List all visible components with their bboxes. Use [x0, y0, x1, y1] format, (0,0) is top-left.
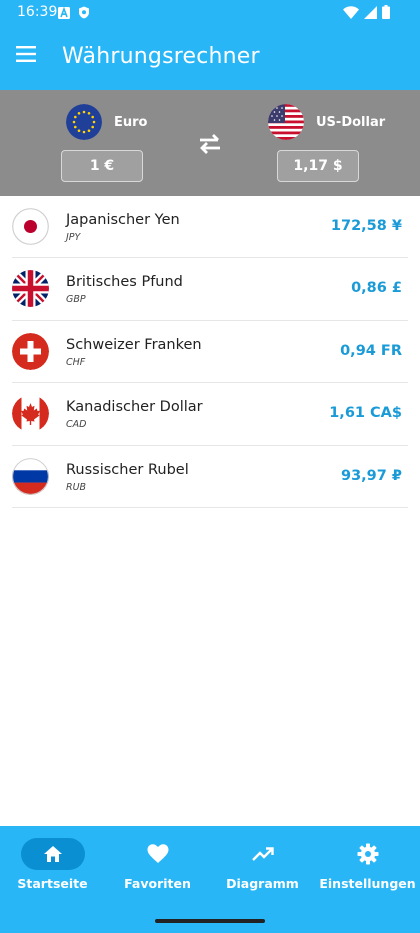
menu-icon: [16, 46, 36, 62]
to-currency-name: US-Dollar: [316, 114, 386, 130]
status-time: 16:39: [17, 4, 58, 20]
currency-value: 172,58 ¥: [330, 218, 402, 234]
nav-item-favoriten[interactable]: Favoriten: [105, 838, 210, 904]
us-flag-icon: [268, 104, 304, 140]
menu-button[interactable]: [16, 46, 42, 68]
to-currency-selector[interactable]: US-Dollar: [268, 104, 385, 140]
wifi-icon: [343, 5, 359, 19]
currency-value: 0,94 FR: [340, 342, 402, 359]
eu-flag-icon: [66, 104, 102, 140]
notification-a-icon: [58, 6, 70, 19]
swap-icon: [200, 134, 220, 154]
nav-label: Diagramm: [226, 876, 299, 891]
signal-icon: [364, 5, 377, 19]
currency-list: Japanischer Yen JPY 172,58 ¥ Britisches …: [12, 196, 408, 508]
page-title: Währungsrechner: [62, 44, 260, 69]
bottom-navigation: Startseite Favoriten Diagramm Einstellun…: [0, 826, 420, 933]
list-item[interactable]: Japanischer Yen JPY 172,58 ¥: [12, 196, 408, 259]
currency-code: JPY: [66, 232, 81, 243]
swap-button[interactable]: [196, 132, 224, 156]
status-bar: 16:39: [0, 0, 420, 26]
nav-item-diagramm[interactable]: Diagramm: [210, 838, 315, 904]
japan-flag-icon: [12, 208, 49, 245]
shield-icon: [79, 6, 89, 19]
currency-code: GBP: [66, 294, 86, 306]
russia-flag-icon: [12, 457, 49, 495]
currency-name: Britisches Pfund: [66, 274, 183, 291]
heart-icon: [147, 844, 168, 863]
currency-value: 0,86 £: [351, 280, 402, 297]
switzerland-flag-icon: [12, 332, 49, 370]
from-currency-name: Euro: [114, 114, 148, 130]
nav-label: Startseite: [17, 876, 88, 891]
currency-code: CHF: [66, 356, 86, 368]
currency-value: 1,61 CA$: [329, 405, 402, 422]
home-icon: [43, 846, 62, 862]
battery-icon: [382, 5, 390, 19]
gesture-bar: [155, 919, 265, 923]
list-item[interactable]: Kanadischer Dollar CAD 1,61 CA$: [12, 383, 408, 446]
currency-name: Japanischer Yen: [66, 212, 180, 228]
nav-item-einstellungen[interactable]: Einstellungen: [315, 838, 420, 904]
nav-item-startseite[interactable]: Startseite: [0, 838, 105, 904]
canada-flag-icon: [12, 395, 49, 433]
nav-label: Einstellungen: [319, 876, 416, 891]
to-amount-output[interactable]: 1,17 $: [277, 150, 359, 182]
currency-name: Russischer Rubel: [66, 461, 189, 478]
gear-icon: [357, 843, 378, 865]
currency-name: Schweizer Franken: [66, 336, 202, 353]
list-item[interactable]: Schweizer Franken CHF 0,94 FR: [12, 321, 408, 384]
currency-code: RUB: [66, 481, 87, 493]
list-item[interactable]: Russischer Rubel RUB 93,97 ₽: [12, 446, 408, 508]
currency-name: Kanadischer Dollar: [66, 399, 203, 416]
uk-flag-icon: [12, 270, 49, 308]
from-amount-input[interactable]: 1 €: [61, 150, 143, 182]
nav-label: Favoriten: [124, 876, 191, 891]
list-item[interactable]: Britisches Pfund GBP 0,86 £: [12, 258, 408, 321]
currency-value: 93,97 ₽: [340, 467, 402, 484]
from-currency-selector[interactable]: Euro: [66, 104, 147, 140]
currency-code: CAD: [66, 419, 87, 431]
currency-converter: Euro 1 € US-Dollar 1,17 $: [0, 90, 420, 196]
app-bar: Währungsrechner: [0, 26, 420, 90]
trending-up-icon: [251, 847, 274, 861]
